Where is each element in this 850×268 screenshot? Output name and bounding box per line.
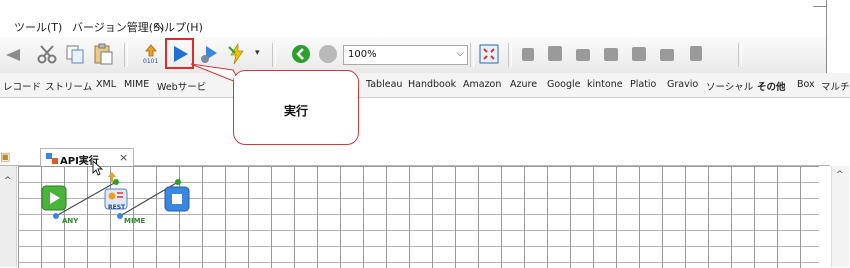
- go-icon[interactable]: [290, 43, 312, 65]
- tab-api-flow[interactable]: API実行 ×: [40, 148, 134, 167]
- debug-step-icon[interactable]: 0101: [140, 43, 162, 65]
- rest-node-label: MIME: [124, 217, 146, 225]
- tab-box[interactable]: Box: [797, 79, 815, 90]
- menu-version-control[interactable]: バージョン管理(S): [72, 19, 164, 35]
- toolbar-separator: [124, 43, 128, 67]
- tab-social[interactable]: ソーシャル: [706, 79, 753, 93]
- fit-icon[interactable]: [478, 43, 500, 65]
- sidebar-icon: ▣: [0, 150, 11, 163]
- tab-azure[interactable]: Azure: [510, 79, 537, 90]
- tab-gravio[interactable]: Gravio: [667, 79, 698, 90]
- end-node[interactable]: [164, 186, 190, 212]
- zoom-value: 100%: [348, 49, 377, 60]
- chevron-up-icon[interactable]: ^: [4, 176, 12, 186]
- start-icon: [41, 185, 67, 211]
- cut-icon[interactable]: [36, 43, 58, 65]
- start-node[interactable]: [41, 185, 67, 211]
- cursor-icon: [92, 160, 104, 176]
- callout-seam: [234, 76, 264, 90]
- tab-google[interactable]: Google: [547, 79, 581, 90]
- rest-badge: REST: [108, 204, 126, 211]
- zoom-select[interactable]: 100% ⌵: [343, 45, 468, 65]
- tab-record[interactable]: レコード: [3, 79, 41, 93]
- menu-bar: ツール(T) バージョン管理(S) ヘルプ(H): [0, 16, 826, 36]
- flow-icon: [46, 153, 58, 164]
- tab-multi[interactable]: マルチ: [821, 79, 850, 93]
- chevron-down-icon: ⌵: [456, 48, 464, 59]
- align-icons: [522, 46, 702, 61]
- right-scrollbar[interactable]: ^: [831, 166, 849, 267]
- chevron-up-icon[interactable]: ^: [836, 170, 844, 180]
- tab-other[interactable]: その他: [757, 79, 786, 93]
- tab-platio[interactable]: Platio: [630, 79, 656, 90]
- left-scrollbar[interactable]: ^: [0, 166, 17, 267]
- toolbar-separator: [738, 43, 742, 67]
- category-tabs: レコード ストリーム XML MIME Webサービ Tableau Handb…: [0, 73, 850, 98]
- tab-stream[interactable]: ストリーム: [45, 79, 92, 93]
- toolbar-separator: [470, 43, 474, 67]
- toolbar-separator: [272, 43, 276, 67]
- callout-label: 実行: [283, 104, 308, 118]
- menu-tools[interactable]: ツール(T): [14, 19, 62, 35]
- stop-icon[interactable]: [317, 43, 339, 65]
- tab-xml[interactable]: XML: [96, 79, 116, 90]
- tab-mime[interactable]: MIME: [124, 79, 149, 90]
- start-node-label: ANY: [62, 217, 79, 225]
- paste-icon[interactable]: [92, 43, 114, 65]
- node-marker-icon: [108, 172, 116, 182]
- rest-node[interactable]: REST: [103, 186, 129, 212]
- close-icon[interactable]: ×: [119, 151, 128, 164]
- tab-amazon[interactable]: Amazon: [463, 79, 501, 90]
- tab-handbook[interactable]: Handbook: [408, 79, 456, 90]
- svg-text:0101: 0101: [143, 58, 158, 65]
- toolbar-separator: [508, 43, 512, 67]
- menu-help[interactable]: ヘルプ(H): [153, 19, 203, 35]
- end-icon: [164, 186, 190, 212]
- window-frame-top: [813, 6, 827, 7]
- tab-kintone[interactable]: kintone: [587, 79, 623, 90]
- tab-tableau[interactable]: Tableau: [366, 79, 402, 90]
- window-frame-right: [826, 0, 827, 73]
- chevron-down-icon[interactable]: ▾: [255, 48, 260, 58]
- copy-icon[interactable]: [64, 43, 86, 65]
- ghost-arrow-icon: [6, 49, 20, 61]
